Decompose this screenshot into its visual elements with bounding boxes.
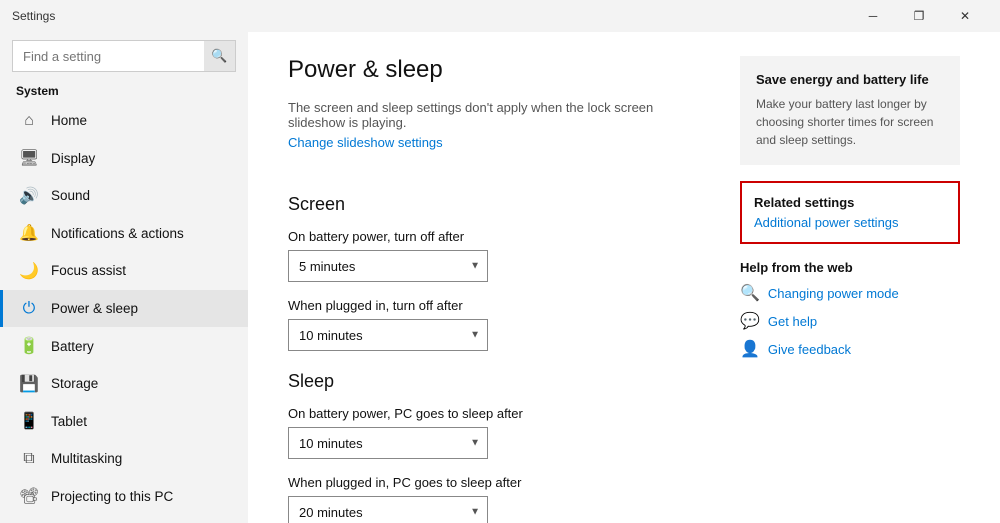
screen-battery-select[interactable]: 5 minutes 10 minutes 15 minutes 20 minut… (288, 250, 488, 282)
sidebar-item-battery[interactable]: 🔋 Battery (0, 327, 248, 365)
app-title: Settings (12, 9, 55, 23)
sidebar: 🔍 System ⌂ Home 🖥 Display 🔊 Sound 🔔 Noti… (0, 32, 248, 523)
sleep-plugged-label: When plugged in, PC goes to sleep after (288, 475, 700, 490)
get-help-row: 💬 Get help (740, 311, 960, 331)
sleep-plugged-row: When plugged in, PC goes to sleep after … (288, 475, 700, 523)
sidebar-item-display[interactable]: 🖥 Display (0, 140, 248, 178)
screen-description: The screen and sleep settings don't appl… (288, 100, 700, 130)
sidebar-item-power-sleep[interactable]: ⏻ Power & sleep (0, 290, 248, 328)
display-icon: 🖥 (19, 148, 39, 168)
sleep-battery-dropdown-wrapper: 5 minutes 10 minutes 15 minutes 20 minut… (288, 427, 488, 459)
changing-power-mode-icon: 🔍 (740, 283, 760, 303)
window-controls: ─ ❐ ✕ (850, 0, 988, 32)
content-area: Power & sleep The screen and sleep setti… (248, 32, 1000, 523)
power-sleep-icon: ⏻ (19, 300, 39, 318)
title-bar: Settings ─ ❐ ✕ (0, 0, 1000, 32)
minimize-button[interactable]: ─ (850, 0, 896, 32)
related-settings-box: Related settings Additional power settin… (740, 181, 960, 244)
content-main: Power & sleep The screen and sleep setti… (288, 56, 700, 499)
right-panel: Save energy and battery life Make your b… (740, 56, 960, 499)
focus-assist-icon: 🌙 (19, 261, 39, 281)
get-help-icon: 💬 (740, 311, 760, 331)
screen-plugged-dropdown-wrapper: 5 minutes 10 minutes 15 minutes 20 minut… (288, 319, 488, 351)
page-title: Power & sleep (288, 56, 700, 84)
sleep-battery-label: On battery power, PC goes to sleep after (288, 406, 700, 421)
screen-plugged-row: When plugged in, turn off after 5 minute… (288, 298, 700, 351)
sidebar-item-tablet[interactable]: 📱 Tablet (0, 402, 248, 440)
close-button[interactable]: ✕ (942, 0, 988, 32)
sleep-battery-row: On battery power, PC goes to sleep after… (288, 406, 700, 459)
sidebar-item-storage[interactable]: 💾 Storage (0, 365, 248, 403)
screen-plugged-label: When plugged in, turn off after (288, 298, 700, 313)
sleep-plugged-dropdown-wrapper: 5 minutes 10 minutes 15 minutes 20 minut… (288, 496, 488, 523)
sidebar-item-label-home: Home (51, 113, 87, 128)
sidebar-item-label-focus-assist: Focus assist (51, 263, 126, 278)
app-body: 🔍 System ⌂ Home 🖥 Display 🔊 Sound 🔔 Noti… (0, 32, 1000, 523)
system-label: System (0, 76, 248, 102)
screen-battery-dropdown-wrapper: 5 minutes 10 minutes 15 minutes 20 minut… (288, 250, 488, 282)
sidebar-item-label-multitasking: Multitasking (51, 451, 122, 466)
battery-icon: 🔋 (19, 336, 39, 356)
additional-power-settings-link[interactable]: Additional power settings (754, 215, 899, 230)
screen-plugged-select[interactable]: 5 minutes 10 minutes 15 minutes 20 minut… (288, 319, 488, 351)
sidebar-item-label-display: Display (51, 151, 95, 166)
sidebar-item-label-tablet: Tablet (51, 414, 87, 429)
sleep-plugged-select[interactable]: 5 minutes 10 minutes 15 minutes 20 minut… (288, 496, 488, 523)
sidebar-item-sound[interactable]: 🔊 Sound (0, 177, 248, 215)
sidebar-item-multitasking[interactable]: ⧉ Multitasking (0, 440, 248, 478)
related-settings-title: Related settings (754, 195, 946, 210)
give-feedback-link[interactable]: Give feedback (768, 342, 851, 357)
info-card: Save energy and battery life Make your b… (740, 56, 960, 165)
storage-icon: 💾 (19, 374, 39, 394)
sound-icon: 🔊 (19, 186, 39, 206)
screen-battery-row: On battery power, turn off after 5 minut… (288, 229, 700, 282)
home-icon: ⌂ (19, 112, 39, 130)
sidebar-item-label-projecting: Projecting to this PC (51, 489, 173, 504)
give-feedback-icon: 👤 (740, 339, 760, 359)
search-input[interactable] (12, 40, 236, 72)
sidebar-item-focus-assist[interactable]: 🌙 Focus assist (0, 252, 248, 290)
sidebar-item-label-battery: Battery (51, 339, 94, 354)
sidebar-item-projecting[interactable]: 📽 Projecting to this PC (0, 477, 248, 515)
restore-button[interactable]: ❐ (896, 0, 942, 32)
sleep-battery-select[interactable]: 5 minutes 10 minutes 15 minutes 20 minut… (288, 427, 488, 459)
changing-power-mode-row: 🔍 Changing power mode (740, 283, 960, 303)
give-feedback-row: 👤 Give feedback (740, 339, 960, 359)
sidebar-item-label-storage: Storage (51, 376, 98, 391)
change-slideshow-link[interactable]: Change slideshow settings (288, 135, 443, 150)
search-container: 🔍 (12, 40, 236, 72)
get-help-link[interactable]: Get help (768, 314, 817, 329)
multitasking-icon: ⧉ (19, 450, 39, 468)
sidebar-item-home[interactable]: ⌂ Home (0, 102, 248, 140)
help-from-web-title: Help from the web (740, 260, 960, 275)
sidebar-item-label-sound: Sound (51, 188, 90, 203)
sidebar-item-label-notifications: Notifications & actions (51, 226, 184, 241)
tablet-icon: 📱 (19, 411, 39, 431)
search-icon-button[interactable]: 🔍 (204, 40, 236, 72)
sleep-section-title: Sleep (288, 371, 700, 392)
info-card-text: Make your battery last longer by choosin… (756, 95, 944, 149)
screen-battery-label: On battery power, turn off after (288, 229, 700, 244)
projecting-icon: 📽 (19, 486, 39, 506)
sidebar-item-label-power-sleep: Power & sleep (51, 301, 138, 316)
screen-section-title: Screen (288, 194, 700, 215)
changing-power-mode-link[interactable]: Changing power mode (768, 286, 899, 301)
notifications-icon: 🔔 (19, 223, 39, 243)
sidebar-item-notifications[interactable]: 🔔 Notifications & actions (0, 215, 248, 253)
info-card-title: Save energy and battery life (756, 72, 944, 87)
